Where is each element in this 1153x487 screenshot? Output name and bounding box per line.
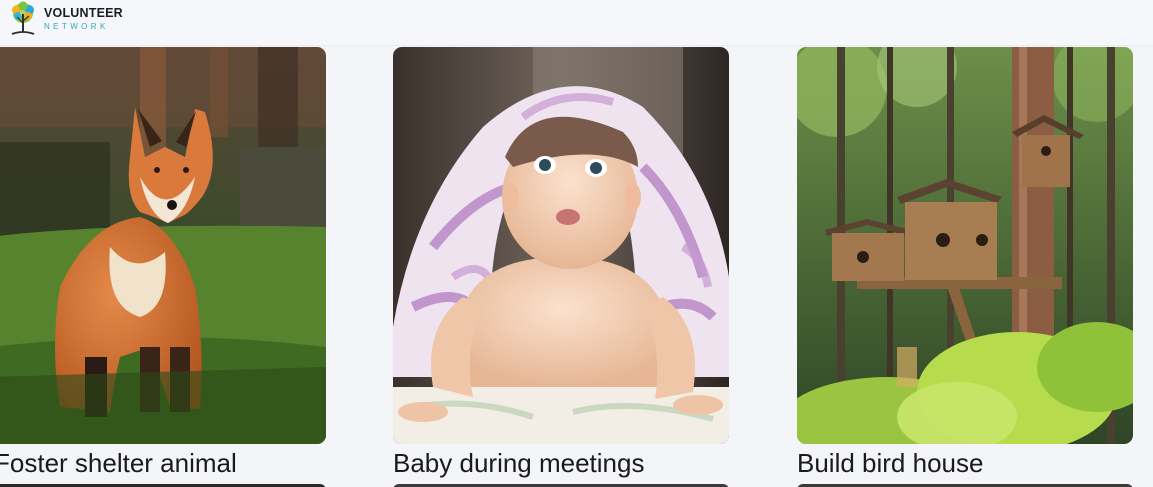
- card-title[interactable]: Baby during meetings: [393, 448, 729, 478]
- birdhouse-photo[interactable]: [797, 47, 1133, 444]
- fox-photo[interactable]: [0, 47, 326, 444]
- baby-photo[interactable]: [393, 47, 729, 444]
- event-card-build-bird-house[interactable]: Build bird house: [797, 47, 1133, 478]
- event-card-foster-shelter-animal[interactable]: Foster shelter animal: [0, 47, 326, 478]
- logo-subtitle: NETWORK: [44, 21, 109, 31]
- card-title[interactable]: Build bird house: [797, 448, 1133, 478]
- event-cards-grid: Foster shelter animal Baby during meetin…: [0, 46, 1153, 487]
- event-card-baby-during-meetings[interactable]: Baby during meetings: [393, 47, 729, 478]
- card-title[interactable]: Foster shelter animal: [0, 448, 326, 478]
- tree-logo-icon: [11, 1, 35, 35]
- logo-title: VOLUNTEER: [44, 6, 123, 21]
- volunteer-network-logo[interactable]: VOLUNTEER NETWORK: [6, 1, 123, 37]
- top-navigation-bar: VOLUNTEER NETWORK: [0, 0, 1153, 46]
